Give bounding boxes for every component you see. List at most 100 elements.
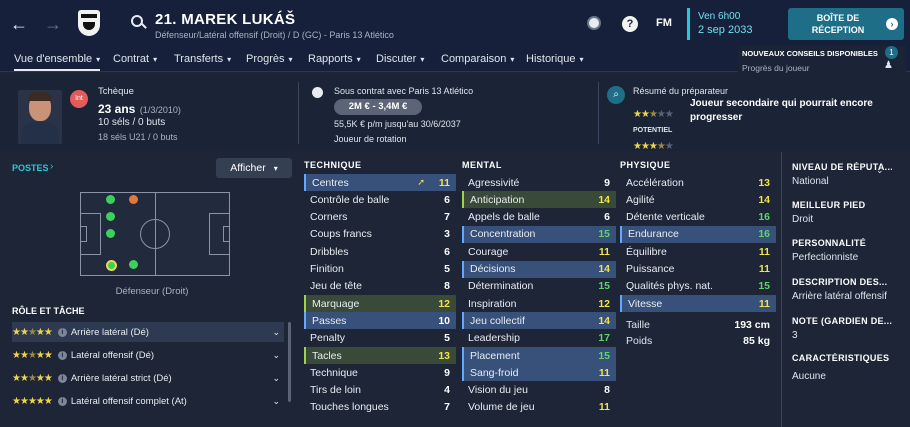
attribute-row[interactable]: Finition 5 (304, 261, 456, 278)
attribute-label: Détente verticale (626, 211, 705, 224)
position-dot-dc2[interactable] (106, 229, 115, 238)
attribute-value: 3 (444, 228, 450, 241)
nationality[interactable]: Tchèque (98, 86, 134, 97)
back-arrow-icon[interactable]: ← (10, 14, 28, 35)
attribute-label: Équilibre (626, 245, 667, 258)
chevron-down-icon[interactable]: ⌄ (876, 165, 884, 176)
attribute-row[interactable]: Endurance 16 (620, 225, 776, 243)
role-row[interactable]: ★★★★★ i Latéral offensif (Dé) ⌄ (12, 345, 284, 365)
ball-icon[interactable] (587, 16, 601, 30)
help-icon[interactable]: ? (622, 16, 638, 32)
attribute-row[interactable]: Accélération 13 (620, 174, 776, 191)
tab-label: Historique (526, 53, 576, 65)
attribute-row[interactable]: Agilité 14 (620, 191, 776, 208)
position-dot-wbr[interactable] (129, 260, 138, 269)
role-row[interactable]: ★★★★★ i Arrière latéral strict (Dé) ⌄ (12, 368, 284, 388)
date-day-time[interactable]: Ven 6h00 (698, 11, 740, 22)
tab-overview[interactable]: Vue d'ensemble ▾ (14, 53, 101, 71)
attribute-row[interactable]: Coups francs 3 (304, 226, 456, 243)
attribute-row[interactable]: Décisions 14 (462, 260, 616, 278)
forward-arrow-icon[interactable]: → (44, 14, 62, 35)
attribute-row[interactable]: Puissance 11 (620, 261, 776, 278)
attribute-value: 8 (444, 280, 450, 293)
attribute-row[interactable]: Agressivité 9 (462, 174, 616, 191)
chevron-down-icon[interactable]: ⌄ (272, 373, 280, 384)
tab-contract[interactable]: Contrat ▾ (113, 53, 157, 65)
attribute-row[interactable]: Équilibre 11 (620, 243, 776, 260)
attribute-row[interactable]: Marquage 12 (304, 295, 456, 313)
fm-menu-button[interactable]: FM (656, 17, 672, 29)
club-badge-icon[interactable] (78, 10, 100, 36)
tab-progress[interactable]: Progrès ▾ (246, 53, 293, 65)
attribute-row[interactable]: Inspiration 12 (462, 295, 616, 312)
attribute-row[interactable]: Tacles 13 (304, 347, 456, 364)
attribute-label: Centres (312, 176, 349, 189)
chevron-down-icon: ▾ (227, 55, 232, 64)
info-icon[interactable]: i (57, 396, 67, 406)
attribute-row[interactable]: Dribbles 6 (304, 243, 456, 260)
attribute-row[interactable]: Détermination 15 (462, 278, 616, 295)
position-dot-wbl[interactable] (129, 195, 138, 204)
attribute-row[interactable]: Jeu collectif 14 (462, 312, 616, 330)
coach-report-icon[interactable]: ⌕ (607, 86, 625, 104)
position-dot-dl[interactable] (106, 195, 115, 204)
info-icon[interactable]: i (57, 350, 67, 360)
attribute-row[interactable]: Penalty 5 (304, 330, 456, 347)
tab-history[interactable]: Historique ▾ (526, 53, 584, 65)
attribute-row[interactable]: Passes 10 (304, 312, 456, 330)
chevron-down-icon[interactable]: ⌄ (272, 327, 280, 338)
pitch-diagram[interactable] (80, 192, 230, 276)
attribute-row[interactable]: Jeu de tête 8 (304, 278, 456, 295)
u21-caps: 18 séls U21 / 0 buts (98, 132, 178, 142)
position-dot-dr[interactable] (106, 260, 117, 271)
tab-label: Contrat (113, 53, 150, 65)
attribute-row[interactable]: Qualités phys. nat. 15 (620, 278, 776, 295)
chevron-down-icon[interactable]: ⌄ (272, 396, 280, 407)
info-icon[interactable]: i (57, 327, 67, 337)
chevron-down-icon[interactable]: ⌄ (272, 350, 280, 361)
info-icon[interactable]: i (57, 373, 67, 383)
positions-title[interactable]: POSTES (12, 163, 49, 173)
attribute-row[interactable]: Courage 11 (462, 243, 616, 260)
role-row[interactable]: ★★★★★ i Latéral offensif complet (At) ⌄ (12, 391, 284, 411)
tab-transfers[interactable]: Transferts ▾ (174, 53, 231, 65)
attribute-row[interactable]: Leadership 17 (462, 330, 616, 347)
tab-reports[interactable]: Rapports ▾ (308, 53, 361, 65)
attribute-row[interactable]: Vitesse 11 (620, 295, 776, 313)
attribute-row[interactable]: Contrôle de balle 6 (304, 191, 456, 208)
attribute-value: 14 (758, 193, 770, 206)
attribute-row[interactable]: Centres ➚ 11 (304, 174, 456, 191)
chevron-down-icon: ▾ (356, 55, 361, 64)
attribute-row[interactable]: Technique 9 (304, 364, 456, 381)
attribute-row[interactable]: Volume de jeu 11 (462, 399, 616, 416)
info-divider-1 (298, 82, 299, 144)
attribute-row[interactable]: Sang-froid 11 (462, 364, 616, 382)
advice-notification[interactable]: NOUVEAUX CONSEILS DISPONIBLES Progrès du… (738, 46, 906, 76)
position-dot-dc[interactable] (106, 212, 115, 221)
attribute-row[interactable]: Anticipation 14 (462, 191, 616, 209)
trend-arrow-icon: ➚ (417, 177, 425, 187)
attribute-row[interactable]: Placement 15 (462, 347, 616, 364)
attribute-row[interactable]: Détente verticale 16 (620, 209, 776, 226)
player-subtitle: Défenseur/Latéral offensif (Droit) / D (… (155, 30, 394, 40)
roles-scrollbar[interactable] (288, 322, 291, 402)
date-full[interactable]: 2 sep 2033 (698, 24, 752, 36)
attribute-row[interactable]: Concentration 15 (462, 225, 616, 243)
attribute-row[interactable]: Touches longues 7 (304, 399, 456, 416)
chevron-down-icon: ▾ (510, 55, 515, 64)
attribute-row[interactable]: Vision du jeu 8 (462, 382, 616, 399)
attribute-row[interactable]: Corners 7 (304, 209, 456, 226)
international-badge[interactable]: Int (70, 90, 88, 108)
attribute-label: Leadership (468, 332, 520, 345)
inbox-button[interactable]: BOÎTE DE RÉCEPTION › (788, 8, 904, 40)
attribute-row[interactable]: Tirs de loin 4 (304, 382, 456, 399)
attribute-label: Contrôle de balle (310, 193, 390, 206)
role-name: Arrière latéral (Dé) (70, 326, 149, 338)
show-dropdown-button[interactable]: Afficher ▾ (216, 158, 292, 178)
value-range-badge[interactable]: 2M € - 3,4M € (334, 99, 422, 115)
attribute-row[interactable]: Appels de balle 6 (462, 209, 616, 226)
inbox-label-line2: RÉCEPTION (811, 25, 865, 35)
tab-comparison[interactable]: Comparaison ▾ (441, 53, 514, 65)
role-row[interactable]: ★★★★★ i Arrière latéral (Dé) ⌄ (12, 322, 284, 342)
tab-discuss[interactable]: Discuter ▾ (376, 53, 424, 65)
